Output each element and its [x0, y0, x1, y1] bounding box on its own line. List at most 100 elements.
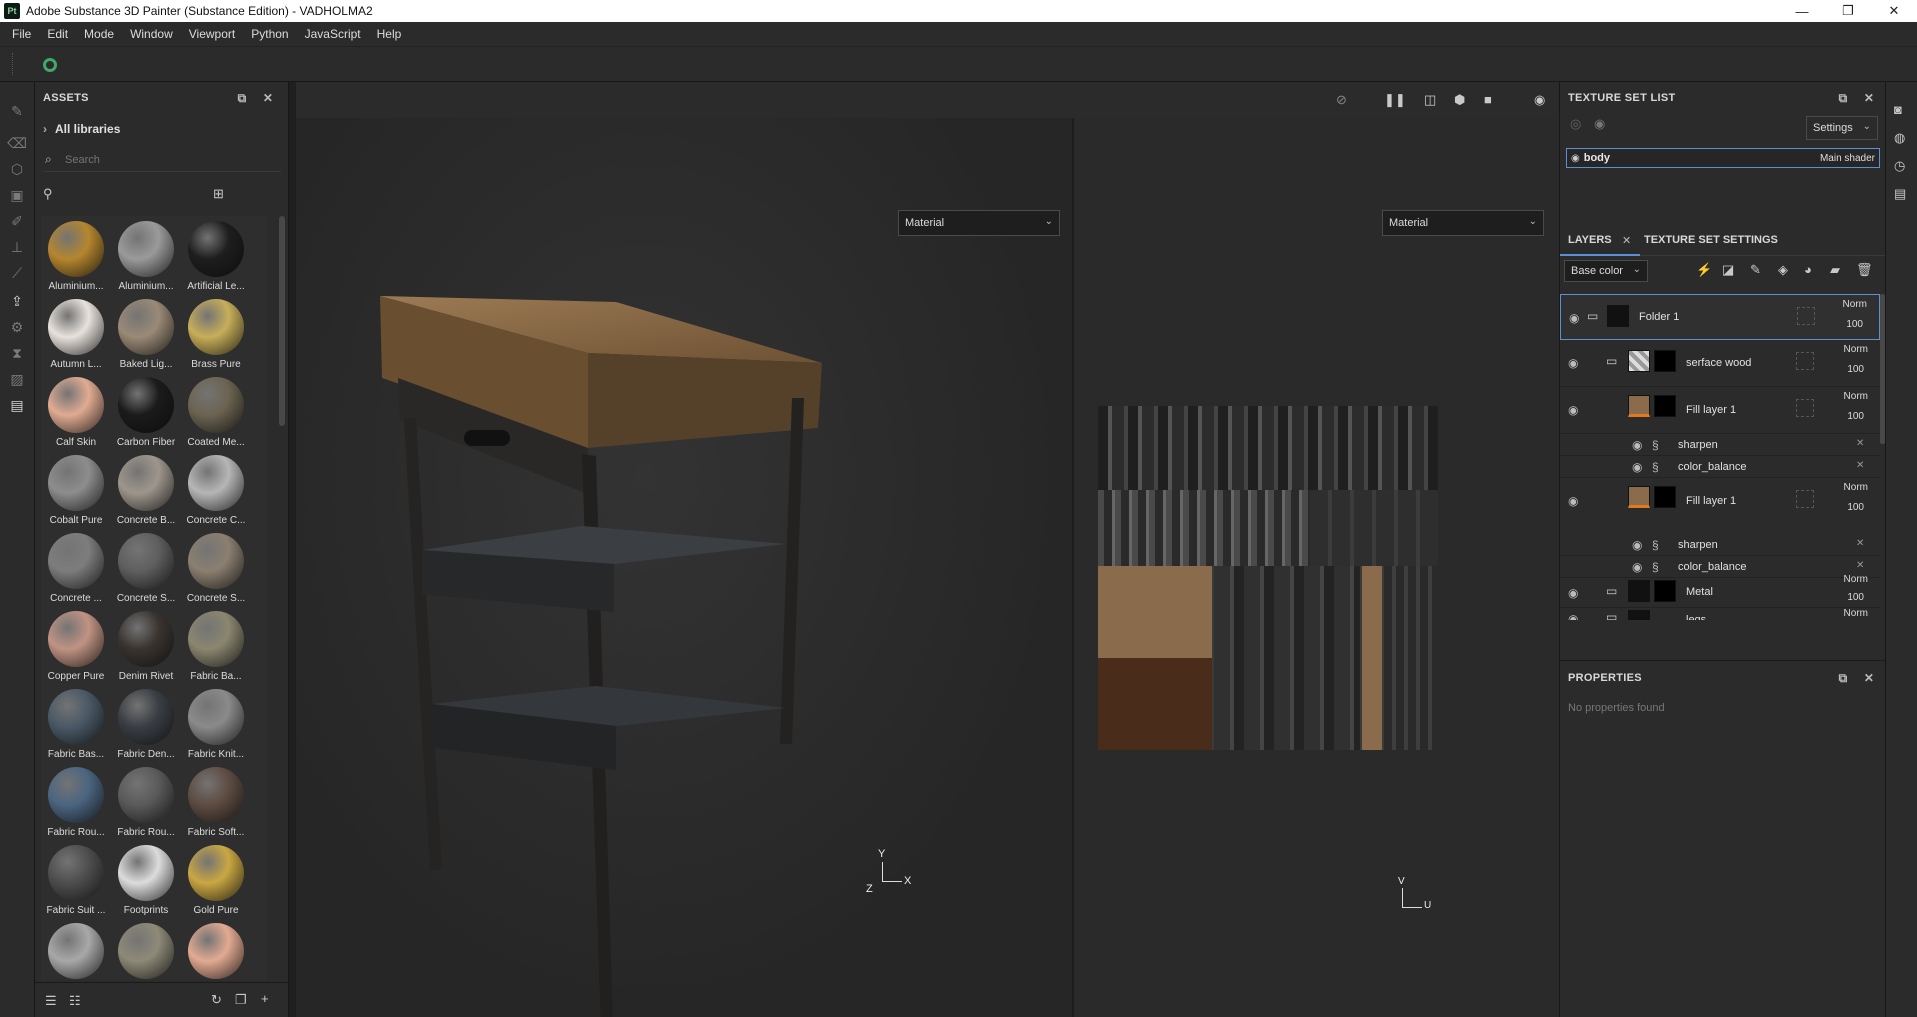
asset-scrollbar[interactable] — [279, 216, 285, 426]
projection-icon[interactable]: ⬡ — [8, 160, 26, 178]
layer-opacity[interactable]: 100 — [1846, 319, 1863, 330]
eye-icon[interactable]: ◉ — [1568, 356, 1578, 370]
material-thumbnail[interactable]: Fabric Rou... — [43, 764, 109, 842]
material-thumbnail[interactable]: Fabric Soft... — [183, 764, 249, 842]
undock-icon[interactable]: ⧉ — [1836, 91, 1850, 105]
blend-mode[interactable]: Norm — [1844, 391, 1868, 402]
material-thumbnail[interactable]: Coated Me... — [183, 374, 249, 452]
add-effect-icon[interactable]: ⚡ — [1696, 262, 1712, 278]
delete-layer-icon[interactable]: 🗑 — [1856, 262, 1873, 278]
layer-opacity[interactable]: 100 — [1847, 502, 1864, 513]
layer-row[interactable]: ◉ ▭ legs Norm — [1560, 608, 1880, 620]
tab-layers[interactable]: LAYERS — [1568, 234, 1612, 246]
remove-effect-icon[interactable]: ✕ — [1856, 538, 1864, 549]
eye-icon[interactable]: ◉ — [1632, 438, 1642, 452]
material-thumbnail[interactable]: Gold Pure — [183, 842, 249, 920]
material-thumbnail[interactable]: Baked Lig... — [113, 296, 179, 374]
close-icon[interactable]: ✕ — [261, 91, 275, 105]
eye-icon[interactable]: ◉ — [1568, 403, 1578, 417]
assets-tool-icon[interactable]: ⇪ — [8, 292, 26, 310]
polygon-fill-icon[interactable]: ▣ — [8, 186, 26, 204]
material-thumbnail[interactable] — [113, 920, 179, 980]
material-thumbnail[interactable]: Fabric Suit ... — [43, 842, 109, 920]
filter-icon[interactable]: ⚲ — [43, 186, 53, 202]
undock-icon[interactable]: ⧉ — [235, 91, 249, 105]
mask-slot[interactable] — [1796, 490, 1814, 508]
library-breadcrumb[interactable]: › All libraries — [43, 122, 120, 136]
history-icon[interactable]: ◷ — [1894, 158, 1905, 174]
material-thumbnail[interactable]: Artificial Le... — [183, 218, 249, 296]
menu-file[interactable]: File — [4, 27, 39, 41]
pause-icon[interactable]: ❚❚ — [1384, 92, 1406, 108]
bake-tool-icon[interactable]: ⧗ — [8, 344, 26, 362]
camera-icon[interactable]: ■ — [1484, 92, 1492, 107]
blend-mode[interactable]: Norm — [1844, 608, 1868, 619]
material-thumbnail[interactable]: Concrete S... — [113, 530, 179, 608]
material-thumbnail[interactable]: Concrete S... — [183, 530, 249, 608]
add-mask-icon[interactable]: ◪ — [1722, 262, 1734, 278]
material-thumbnail[interactable]: Concrete B... — [113, 452, 179, 530]
material-thumbnail[interactable]: Fabric Bas... — [43, 686, 109, 764]
maximize-button[interactable]: ❐ — [1825, 0, 1871, 22]
layer-opacity[interactable]: 100 — [1847, 592, 1864, 603]
material-thumbnail[interactable]: Brass Pure — [183, 296, 249, 374]
eye-icon[interactable]: ◉ — [1569, 311, 1579, 325]
mask-slot[interactable] — [1797, 307, 1815, 325]
material-thumbnail[interactable]: Cobalt Pure — [43, 452, 109, 530]
split-view-icon[interactable]: ◫ — [1424, 92, 1436, 108]
clone-stamp-icon[interactable]: ⊥ — [8, 238, 26, 256]
close-icon[interactable]: ✕ — [1862, 91, 1876, 105]
add-icon[interactable]: + — [261, 991, 269, 1006]
minimize-button[interactable]: — — [1779, 0, 1825, 22]
material-thumbnail[interactable]: Denim Rivet — [113, 608, 179, 686]
menu-viewport[interactable]: Viewport — [181, 27, 243, 41]
search-input[interactable] — [65, 153, 265, 166]
close-tab-icon[interactable]: ✕ — [1622, 234, 1631, 247]
layer-row[interactable]: ◉ ▭ serface wood Norm 100 — [1560, 340, 1880, 387]
blend-mode[interactable]: Norm — [1844, 574, 1868, 585]
texture-set-row[interactable]: ◉ body Main shader — [1566, 148, 1880, 168]
mask-slot[interactable] — [1796, 352, 1814, 370]
texture-tool-icon[interactable]: ▤ — [8, 396, 26, 414]
remove-effect-icon[interactable]: ✕ — [1856, 560, 1864, 571]
material-thumbnail[interactable]: Calf Skin — [43, 374, 109, 452]
eye-icon[interactable]: ◉ — [1632, 460, 1642, 474]
effect-row[interactable]: ◉ § sharpen ✕ — [1560, 434, 1880, 456]
material-thumbnail[interactable]: Concrete ... — [43, 530, 109, 608]
log-icon[interactable]: ▤ — [1894, 186, 1906, 202]
close-icon[interactable]: ✕ — [1862, 671, 1876, 685]
add-fill-layer-icon[interactable]: ◈ — [1778, 262, 1788, 278]
viewport-3d[interactable]: Material ⌄ Y X Z — [296, 118, 1072, 1017]
sort-icon[interactable]: ☰ — [45, 993, 57, 1009]
add-paint-layer-icon[interactable]: ✎ — [1750, 262, 1761, 278]
list-options-icon[interactable]: ☷ — [69, 993, 81, 1009]
material-thumbnail[interactable]: Copper Pure — [43, 608, 109, 686]
effect-row[interactable]: ◉ § color_balance ✕ — [1560, 556, 1880, 578]
material-thumbnail[interactable]: Fabric Rou... — [113, 764, 179, 842]
add-smart-material-icon[interactable]: ◕ — [1804, 262, 1812, 277]
smudge-icon[interactable]: ✐ — [8, 212, 26, 230]
menu-edit[interactable]: Edit — [39, 27, 76, 41]
eye-icon[interactable]: ◉ — [1568, 612, 1578, 620]
hide-all-icon[interactable]: ◎ — [1570, 116, 1581, 132]
menu-window[interactable]: Window — [122, 27, 181, 41]
material-thumbnail[interactable]: Fabric Ba... — [183, 608, 249, 686]
layer-row[interactable]: ◉ Fill layer 1 Norm 100 — [1560, 387, 1880, 434]
material-thumbnail[interactable]: Autumn L... — [43, 296, 109, 374]
layer-row[interactable]: ◉ ▭ Metal Norm 100 — [1560, 574, 1880, 608]
settings-tool-icon[interactable]: ⚙ — [8, 318, 26, 336]
shader-label[interactable]: Main shader — [1820, 153, 1875, 164]
material-thumbnail[interactable] — [183, 920, 249, 980]
blend-mode[interactable]: Norm — [1844, 344, 1868, 355]
blend-mode[interactable]: Norm — [1843, 299, 1867, 310]
effect-row[interactable]: ◉ § color_balance ✕ — [1560, 456, 1880, 478]
screenshot-icon[interactable]: ◉ — [1534, 92, 1545, 108]
mask-slot[interactable] — [1796, 399, 1814, 417]
close-window-button[interactable]: ✕ — [1871, 0, 1917, 22]
blend-mode[interactable]: Norm — [1844, 482, 1868, 493]
channel-dropdown[interactable]: Base color ⌄ — [1564, 260, 1648, 282]
material-thumbnail[interactable]: Fabric Knit... — [183, 686, 249, 764]
object-view-icon[interactable]: ⬢ — [1454, 92, 1465, 108]
display-tool-icon[interactable]: ▨ — [8, 370, 26, 388]
eye-icon[interactable]: ◉ — [1632, 538, 1642, 552]
